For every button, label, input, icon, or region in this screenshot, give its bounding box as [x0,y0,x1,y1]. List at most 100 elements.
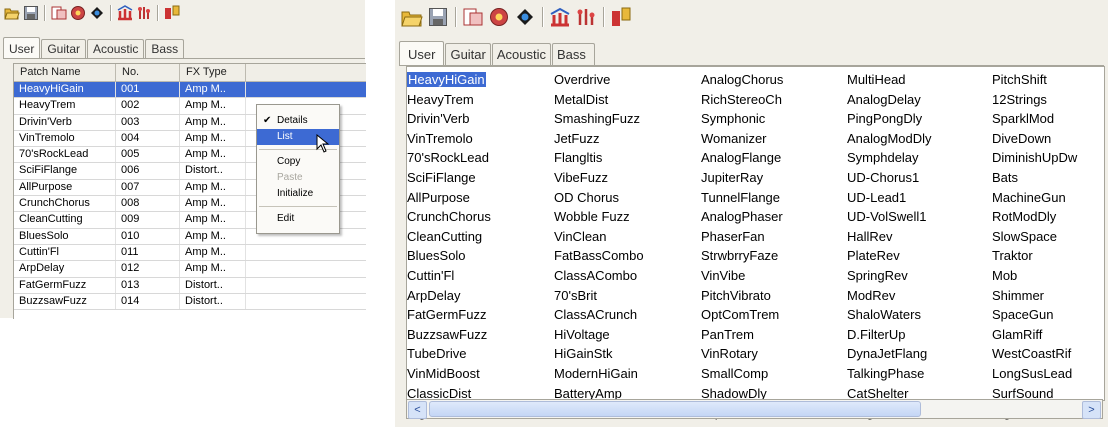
list-item[interactable]: PlateRev [847,246,995,266]
rhythm-icon[interactable] [514,7,536,27]
list-item[interactable]: CrunchChorus [407,207,555,227]
list-item[interactable]: AnalogPhaser [701,207,849,227]
list-item[interactable]: VibeFuzz [554,168,702,188]
list-item[interactable]: HiVoltage [554,325,702,345]
list-item[interactable]: Drivin'Verb [407,109,555,129]
list-item[interactable]: MultiHead [847,70,995,90]
column-header-patch-name[interactable]: Patch Name [14,64,116,81]
list-item[interactable]: FatBassCombo [554,246,702,266]
patch-write-icon[interactable] [51,5,67,21]
list-item[interactable]: Overdrive [554,70,702,90]
tab-guitar[interactable]: Guitar [445,43,491,65]
list-item[interactable]: UD-Chorus1 [847,168,995,188]
list-item[interactable]: GlamRiff [992,325,1108,345]
list-item[interactable]: HeavyTrem [407,90,555,110]
list-item[interactable]: 70'sRockLead [407,148,555,168]
list-item[interactable]: VinClean [554,227,702,247]
list-item[interactable]: Symphonic [701,109,849,129]
list-item[interactable]: TalkingPhase [847,364,995,384]
list-item[interactable]: PhaserFan [701,227,849,247]
bank-icon[interactable] [117,5,133,21]
list-item[interactable]: VinTremolo [407,129,555,149]
list-item[interactable]: DiveDown [992,129,1108,149]
list-item[interactable]: Cuttin'Fl [407,266,555,286]
menu-item-edit[interactable]: Edit [257,211,339,227]
list-item[interactable]: SpringRev [847,266,995,286]
table-row[interactable]: FatGermFuzz 013 Distort.. [14,277,366,294]
tab-acoustic[interactable]: Acoustic [491,43,551,65]
table-row[interactable]: HeavyHiGain 001 Amp M.. [14,82,366,99]
save-icon[interactable] [427,7,449,27]
list-item[interactable]: AnalogModDly [847,129,995,149]
list-item[interactable]: HiGainStk [554,344,702,364]
column-header-fx-type[interactable]: FX Type [180,64,246,81]
list-item[interactable]: DiminishUpDw [992,148,1108,168]
patch-write-icon[interactable] [462,7,484,27]
scroll-right-button[interactable]: > [1082,401,1101,419]
column-header-no[interactable]: No. [116,64,180,81]
list-item[interactable]: Mob [992,266,1108,286]
list-item[interactable]: ModRev [847,286,995,306]
list-item[interactable]: HeavyHiGain [407,70,555,90]
list-item[interactable]: ArpDelay [407,286,555,306]
list-item[interactable]: SmashingFuzz [554,109,702,129]
list-item[interactable]: RichStereoCh [701,90,849,110]
list-item[interactable]: ClassACrunch [554,305,702,325]
list-item[interactable]: MetalDist [554,90,702,110]
tab-bass[interactable]: Bass [552,43,595,65]
tab-user[interactable]: User [399,41,445,65]
list-item[interactable]: OD Chorus [554,188,702,208]
list-item[interactable]: MachineGun [992,188,1108,208]
list-item[interactable]: BluesSolo [407,246,555,266]
scroll-left-button[interactable]: < [408,401,427,419]
menu-item-details[interactable]: ✔ Details [257,113,339,129]
tab-bass[interactable]: Bass [145,39,185,58]
tuner-icon[interactable] [70,5,86,21]
list-item[interactable]: PanTrem [701,325,849,345]
list-item[interactable]: Flangltis [554,148,702,168]
table-row[interactable]: ArpDelay 012 Amp M.. [14,261,366,278]
folder-open-icon[interactable] [401,7,423,27]
list-item[interactable]: 12Strings [992,90,1108,110]
list-item[interactable]: VinRotary [701,344,849,364]
list-item[interactable]: SlowSpace [992,227,1108,247]
list-item[interactable]: AnalogChorus [701,70,849,90]
list-item[interactable]: PitchVibrato [701,286,849,306]
list-item[interactable]: Bats [992,168,1108,188]
list-item[interactable]: FatGermFuzz [407,305,555,325]
table-row[interactable]: Cuttin'Fl 011 Amp M.. [14,244,366,262]
help-icon[interactable] [610,7,632,27]
list-item[interactable]: Womanizer [701,129,849,149]
list-item[interactable]: TubeDrive [407,344,555,364]
list-item[interactable]: UD-VolSwell1 [847,207,995,227]
list-item[interactable]: JetFuzz [554,129,702,149]
help-icon[interactable] [164,5,180,21]
list-item[interactable]: SpaceGun [992,305,1108,325]
list-item[interactable]: Wobble Fuzz [554,207,702,227]
list-item[interactable]: CleanCutting [407,227,555,247]
list-item[interactable]: DynaJetFlang [847,344,995,364]
list-item[interactable]: WestCoastRif [992,344,1108,364]
list-item[interactable]: StrwbrryFaze [701,246,849,266]
save-icon[interactable] [23,5,39,21]
pedal-icon[interactable] [136,5,152,21]
horizontal-scrollbar[interactable]: < > [406,399,1103,419]
rhythm-icon[interactable] [89,5,105,21]
list-item[interactable]: LongSusLead [992,364,1108,384]
tab-user[interactable]: User [3,37,41,58]
list-item[interactable]: TunnelFlange [701,188,849,208]
table-row[interactable]: BuzzsawFuzz 014 Distort.. [14,293,366,311]
list-item[interactable]: 70'sBrit [554,286,702,306]
list-item[interactable]: Symphdelay [847,148,995,168]
list-item[interactable]: VinVibe [701,266,849,286]
list-item[interactable]: OptComTrem [701,305,849,325]
list-item[interactable]: SmallComp [701,364,849,384]
list-item[interactable]: ShaloWaters [847,305,995,325]
tuner-icon[interactable] [488,7,510,27]
list-item[interactable]: SparklMod [992,109,1108,129]
list-item[interactable]: BuzzsawFuzz [407,325,555,345]
list-item[interactable]: VinMidBoost [407,364,555,384]
list-item[interactable]: ModernHiGain [554,364,702,384]
scrollbar-thumb[interactable] [429,401,921,417]
menu-item-initialize[interactable]: Initialize [257,186,339,202]
